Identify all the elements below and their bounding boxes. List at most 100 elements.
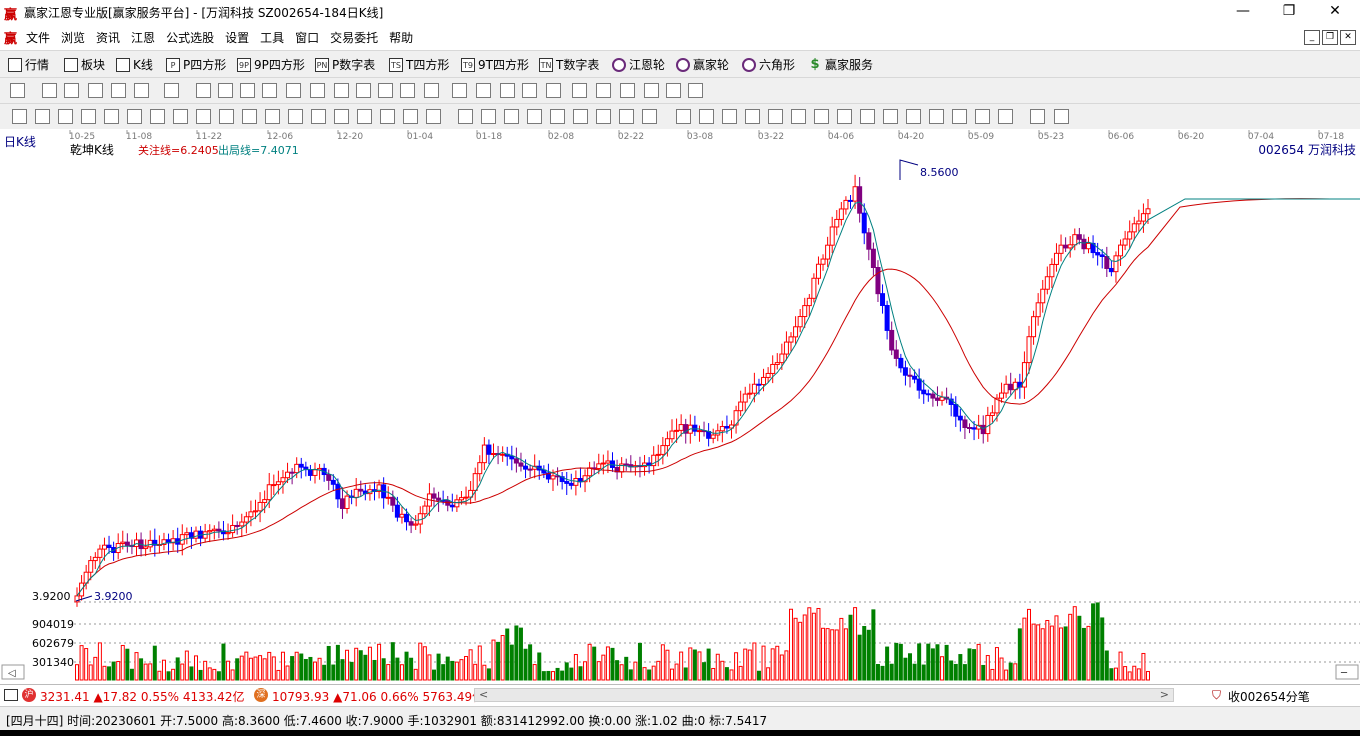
menu-item[interactable]: 文件: [26, 29, 50, 46]
draw-tool-22-icon[interactable]: [522, 83, 537, 98]
draw-tool-17-icon[interactable]: [400, 83, 415, 98]
toolbar-button-winner-wheel[interactable]: 赢家轮: [676, 56, 729, 73]
draw-tool-19-icon[interactable]: [452, 83, 467, 98]
analysis-tool-5-icon[interactable]: [104, 109, 119, 124]
analysis-tool-11-icon[interactable]: [242, 109, 257, 124]
analysis-tool-10-icon[interactable]: [219, 109, 234, 124]
analysis-tool-13-icon[interactable]: [288, 109, 303, 124]
toolbar-button-9p-square[interactable]: 9P 9P四方形: [237, 56, 305, 73]
analysis-tool-33-icon[interactable]: [768, 109, 783, 124]
draw-tool-18-icon[interactable]: [424, 83, 439, 98]
draw-tool-28-icon[interactable]: [666, 83, 681, 98]
draw-tool-20-icon[interactable]: [476, 83, 491, 98]
close-button[interactable]: ✕: [1312, 0, 1358, 24]
analysis-tool-14-icon[interactable]: [311, 109, 326, 124]
draw-tool-1-icon[interactable]: [10, 83, 25, 98]
toolbar-button-hexagon[interactable]: 六角形: [742, 56, 795, 73]
analysis-tool-40-icon[interactable]: [929, 109, 944, 124]
analysis-tool-42-icon[interactable]: [975, 109, 990, 124]
draw-tool-25-icon[interactable]: [596, 83, 611, 98]
analysis-tool-8-icon[interactable]: [173, 109, 188, 124]
analysis-tool-6-icon[interactable]: [127, 109, 142, 124]
analysis-tool-35-icon[interactable]: [814, 109, 829, 124]
ticks-link[interactable]: 收002654分笔: [1228, 688, 1310, 705]
analysis-tool-38-icon[interactable]: [883, 109, 898, 124]
mdi-close-button[interactable]: ✕: [1340, 30, 1356, 45]
analysis-tool-43-icon[interactable]: [998, 109, 1013, 124]
analysis-tool-23-icon[interactable]: [527, 109, 542, 124]
sh-index-quote[interactable]: 3231.41 ▲17.82 0.55% 4133.42亿: [40, 688, 244, 705]
analysis-tool-15-icon[interactable]: [334, 109, 349, 124]
analysis-tool-18-icon[interactable]: [403, 109, 418, 124]
draw-tool-2-icon[interactable]: [42, 83, 57, 98]
toolbar-button-sector[interactable]: 板块: [64, 56, 105, 73]
minimize-button[interactable]: —: [1220, 0, 1266, 24]
draw-tool-9-icon[interactable]: [218, 83, 233, 98]
analysis-tool-24-icon[interactable]: [550, 109, 565, 124]
analysis-tool-7-icon[interactable]: [150, 109, 165, 124]
grid-icon[interactable]: [4, 689, 18, 701]
analysis-tool-26-icon[interactable]: [596, 109, 611, 124]
menu-item[interactable]: 江恩: [131, 29, 155, 46]
draw-tool-24-icon[interactable]: [572, 83, 587, 98]
draw-tool-4-icon[interactable]: [88, 83, 103, 98]
analysis-tool-37-icon[interactable]: [860, 109, 875, 124]
analysis-tool-21-icon[interactable]: [481, 109, 496, 124]
toolbar-button-p-square[interactable]: P P四方形: [166, 56, 226, 73]
analysis-tool-20-icon[interactable]: [458, 109, 473, 124]
menu-item[interactable]: 工具: [260, 29, 284, 46]
draw-tool-12-icon[interactable]: [286, 83, 301, 98]
menu-item[interactable]: 资讯: [96, 29, 120, 46]
kline-chart[interactable]: 10-25 11-08 11-22 12-06 12-20 01-04 01-18 02-08…: [0, 129, 1360, 682]
analysis-tool-31-icon[interactable]: [722, 109, 737, 124]
draw-tool-6-icon[interactable]: [134, 83, 149, 98]
draw-tool-23-icon[interactable]: [546, 83, 561, 98]
analysis-tool-22-icon[interactable]: [504, 109, 519, 124]
analysis-tool-12-icon[interactable]: [265, 109, 280, 124]
analysis-tool-44-icon[interactable]: [1030, 109, 1045, 124]
draw-tool-26-icon[interactable]: [620, 83, 635, 98]
draw-tool-5-icon[interactable]: [111, 83, 126, 98]
analysis-tool-25-icon[interactable]: [573, 109, 588, 124]
toolbar-button-gann-wheel[interactable]: 江恩轮: [612, 56, 665, 73]
analysis-tool-36-icon[interactable]: [837, 109, 852, 124]
analysis-tool-34-icon[interactable]: [791, 109, 806, 124]
analysis-tool-27-icon[interactable]: [619, 109, 634, 124]
menu-item[interactable]: 设置: [225, 29, 249, 46]
sz-index-quote[interactable]: 10793.93 ▲71.06 0.66% 5763.49亿: [272, 688, 484, 705]
mdi-restore-button[interactable]: ❐: [1322, 30, 1338, 45]
toolbar-button-money[interactable]: $ 赢家服务: [808, 56, 873, 73]
analysis-tool-39-icon[interactable]: [906, 109, 921, 124]
draw-tool-10-icon[interactable]: [240, 83, 255, 98]
draw-tool-29-icon[interactable]: [688, 83, 703, 98]
draw-tool-8-icon[interactable]: [196, 83, 211, 98]
draw-tool-3-icon[interactable]: [64, 83, 79, 98]
menu-item[interactable]: 帮助: [389, 29, 413, 46]
analysis-tool-29-icon[interactable]: [676, 109, 691, 124]
menu-item[interactable]: 交易委托: [330, 29, 378, 46]
draw-tool-27-icon[interactable]: [644, 83, 659, 98]
analysis-tool-4-icon[interactable]: [81, 109, 96, 124]
analysis-tool-32-icon[interactable]: [745, 109, 760, 124]
toolbar-button-9t-square[interactable]: T9 9T四方形: [461, 56, 529, 73]
analysis-tool-9-icon[interactable]: [196, 109, 211, 124]
analysis-tool-3-icon[interactable]: [58, 109, 73, 124]
draw-tool-11-icon[interactable]: [262, 83, 277, 98]
draw-tool-13-icon[interactable]: [310, 83, 325, 98]
menu-item[interactable]: 浏览: [61, 29, 85, 46]
toolbar-button-pn-table[interactable]: PN P数字表: [315, 56, 375, 73]
analysis-tool-30-icon[interactable]: [699, 109, 714, 124]
analysis-tool-17-icon[interactable]: [380, 109, 395, 124]
toolbar-button-tn-table[interactable]: TN T数字表: [539, 56, 599, 73]
draw-tool-16-icon[interactable]: [378, 83, 393, 98]
analysis-tool-28-icon[interactable]: [642, 109, 657, 124]
horizontal-scrollbar[interactable]: < >: [474, 688, 1174, 702]
analysis-tool-2-icon[interactable]: [35, 109, 50, 124]
analysis-tool-19-icon[interactable]: [426, 109, 441, 124]
menu-item[interactable]: 窗口: [295, 29, 319, 46]
analysis-tool-1-icon[interactable]: [12, 109, 27, 124]
analysis-tool-45-icon[interactable]: [1054, 109, 1069, 124]
scroll-right-arrow-icon[interactable]: >: [1160, 688, 1169, 701]
draw-tool-15-icon[interactable]: [356, 83, 371, 98]
analysis-tool-16-icon[interactable]: [357, 109, 372, 124]
